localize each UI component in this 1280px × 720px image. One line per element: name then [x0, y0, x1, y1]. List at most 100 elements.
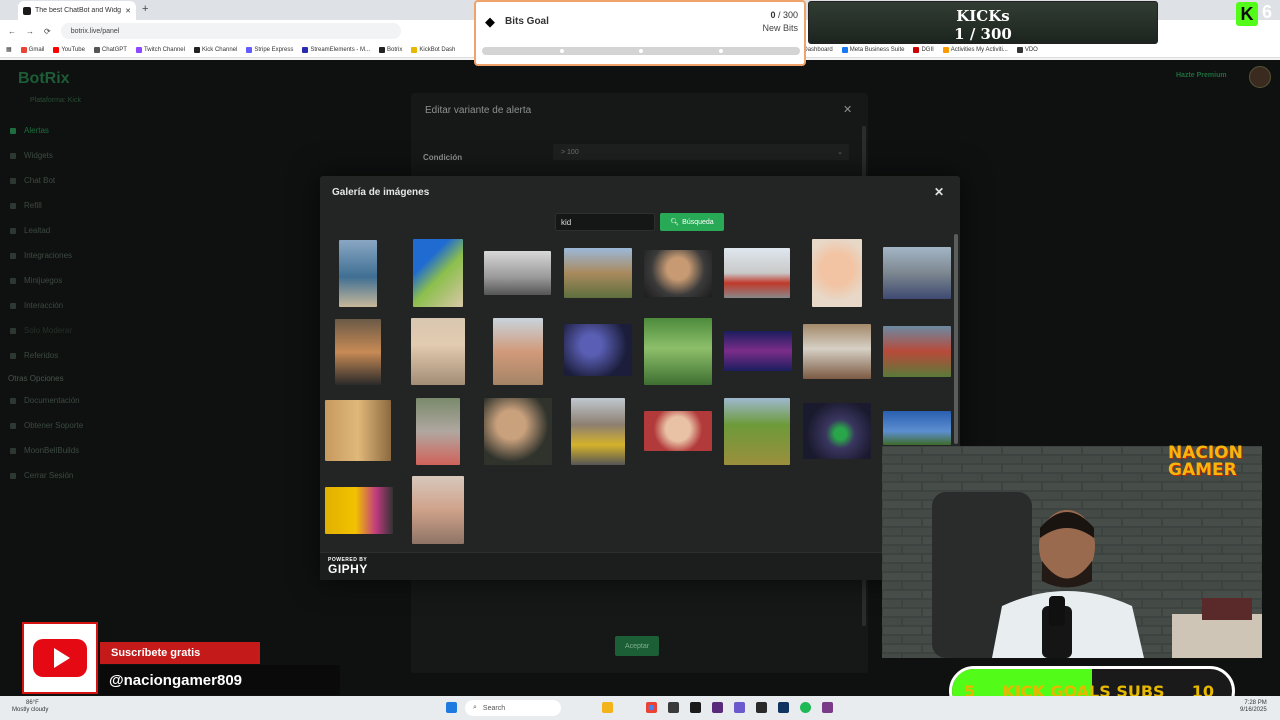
gif-thumbnail[interactable]: [411, 318, 465, 385]
bookmark-item[interactable]: Kick Channel: [193, 46, 237, 53]
sidebar-item-soporte[interactable]: Obtener Soporte: [10, 413, 130, 438]
gif-thumbnail[interactable]: [571, 398, 625, 465]
gif-thumbnail[interactable]: [325, 400, 391, 461]
search-button[interactable]: 🔍︎ Búsqueda: [660, 213, 724, 231]
gif-thumbnail[interactable]: [493, 318, 543, 385]
gif-thumbnail[interactable]: [724, 398, 790, 465]
bookmark-item[interactable]: KickBot Dash: [411, 46, 455, 53]
kicks-value: 1 / 300: [954, 25, 1012, 43]
scrollbar[interactable]: [954, 234, 958, 444]
sidebar-item-chatbot[interactable]: Chat Bot: [10, 168, 130, 193]
forward-icon[interactable]: →: [26, 27, 34, 36]
gif-thumbnail[interactable]: [564, 248, 632, 298]
support-icon: [10, 422, 16, 429]
youtube-logo: [22, 622, 98, 694]
sidebar-item-referidos[interactable]: Referidos: [10, 343, 130, 368]
chrome-icon[interactable]: [646, 702, 657, 713]
sidebar-item-widgets[interactable]: Widgets: [10, 143, 130, 168]
condition-select[interactable]: > 100 ⌄: [553, 144, 849, 160]
sidebar-item-alertas[interactable]: Alertas: [10, 118, 130, 143]
taskbar-search[interactable]: ⌕ Search: [465, 700, 561, 716]
gif-thumbnail[interactable]: [644, 318, 712, 385]
bookmark-item[interactable]: Twitch Channel: [135, 46, 185, 53]
bookmark-item[interactable]: ChatGPT: [93, 46, 127, 53]
bookmark-item[interactable]: Gmail: [20, 46, 44, 53]
gif-thumbnail[interactable]: [883, 247, 951, 299]
gif-thumbnail[interactable]: [803, 324, 871, 379]
gif-thumbnail[interactable]: [724, 331, 792, 371]
file-explorer-icon[interactable]: [602, 702, 613, 713]
users-icon: [10, 352, 16, 359]
reload-icon[interactable]: ⟳: [44, 27, 51, 36]
gif-thumbnail[interactable]: [484, 251, 551, 295]
logout-icon: [10, 472, 16, 479]
gallery-search-input[interactable]: [555, 213, 655, 231]
sidebar-item-moonbell[interactable]: MoonBellBuilds: [10, 438, 130, 463]
gif-thumbnail[interactable]: [883, 411, 951, 445]
bookmark-item[interactable]: Botrix: [379, 46, 402, 53]
search-icon: 🔍︎: [670, 219, 680, 226]
chevron-down-icon: ⌄: [837, 149, 843, 156]
gif-thumbnail[interactable]: [564, 324, 632, 376]
url-input[interactable]: botrix.live/panel: [60, 23, 401, 39]
bookmark-item[interactable]: Meta Business Suite: [841, 46, 904, 53]
bookmark-item[interactable]: Stripe Express: [246, 46, 293, 53]
gif-thumbnail[interactable]: [883, 326, 951, 377]
taskbar-clock[interactable]: 7:28 PM 9/16/2025: [1240, 700, 1267, 714]
gif-thumbnail[interactable]: [339, 240, 377, 307]
app-icon[interactable]: [712, 702, 723, 713]
app-icon[interactable]: [690, 702, 701, 713]
gif-thumbnail[interactable]: [416, 398, 460, 465]
app-icon[interactable]: [734, 702, 745, 713]
premium-link[interactable]: Hazte Premium: [1176, 72, 1227, 79]
gallery-footer: POWERED BY GIPHY: [320, 552, 960, 580]
app-icon[interactable]: [778, 702, 789, 713]
close-icon[interactable]: ✕: [843, 103, 852, 116]
sidebar-item-integraciones[interactable]: Integraciones: [10, 243, 130, 268]
accept-button[interactable]: Aceptar: [615, 636, 659, 656]
spotify-icon[interactable]: [800, 702, 811, 713]
apps-icon[interactable]: ▦: [6, 46, 12, 53]
sidebar-item-minijuegos[interactable]: Minijuegos: [10, 268, 130, 293]
close-tab-icon[interactable]: ✕: [125, 7, 131, 15]
back-icon[interactable]: ←: [8, 27, 16, 36]
gif-thumbnail[interactable]: [484, 398, 552, 465]
gallery-title: Galería de imágenes: [332, 187, 430, 198]
sidebar-item-documentacion[interactable]: Documentación: [10, 388, 130, 413]
app-icon[interactable]: [668, 702, 679, 713]
app-icon[interactable]: [822, 702, 833, 713]
bookmark-item[interactable]: VDO: [1016, 46, 1038, 53]
sidebar-item-interaccion[interactable]: Interacción: [10, 293, 130, 318]
bookmark-item[interactable]: StreamElements - M...: [302, 46, 370, 53]
app-icon[interactable]: [756, 702, 767, 713]
gif-thumbnail[interactable]: [644, 411, 712, 451]
gif-thumbnail[interactable]: [803, 403, 871, 459]
gif-thumbnail[interactable]: [644, 250, 712, 297]
gif-thumbnail[interactable]: [724, 248, 790, 298]
bookmark-item[interactable]: YouTube: [53, 46, 85, 53]
browser-tab[interactable]: The best ChatBot and Widgets ✕: [18, 1, 136, 20]
sidebar-item-refill[interactable]: Refill: [10, 193, 130, 218]
sidebar-item-logout[interactable]: Cerrar Sesión: [10, 463, 130, 488]
bookmark-item[interactable]: Activities My Activiti...: [942, 46, 1008, 53]
sidebar: Alertas Widgets Chat Bot Refill Lealtad …: [8, 118, 130, 488]
search-icon: ⌕: [473, 704, 477, 711]
bookmark-item[interactable]: DGII: [913, 46, 934, 53]
app-logo[interactable]: BotRix: [18, 70, 70, 88]
sidebar-item-solo-moderar[interactable]: Solo Moderar: [10, 318, 130, 343]
close-icon[interactable]: ✕: [934, 185, 944, 199]
gif-thumbnail[interactable]: [812, 239, 862, 307]
bookmark-item[interactable]: Dashboard: [803, 47, 832, 53]
windows-start-icon[interactable]: [446, 702, 457, 713]
gif-thumbnail[interactable]: [412, 476, 464, 544]
gif-thumbnail[interactable]: [335, 319, 381, 385]
gamepad-icon: [10, 277, 16, 284]
kick-logo-icon: K: [1236, 2, 1258, 26]
gif-thumbnail[interactable]: [413, 239, 463, 307]
sidebar-item-lealtad[interactable]: Lealtad: [10, 218, 130, 243]
new-tab-icon[interactable]: +: [142, 3, 148, 15]
avatar[interactable]: [1249, 66, 1271, 88]
weather-widget[interactable]: 86°F Mostly cloudy: [12, 700, 48, 714]
trophy-icon: [10, 227, 16, 234]
gif-thumbnail[interactable]: [325, 487, 393, 534]
